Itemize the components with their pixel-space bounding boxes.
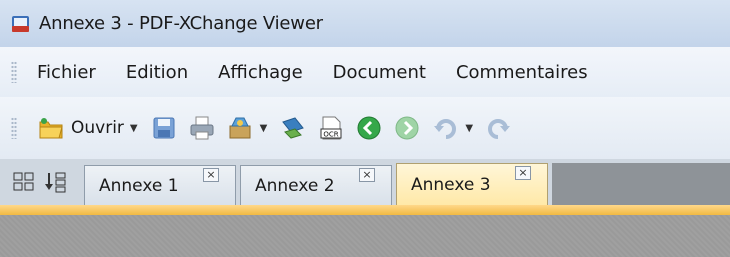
open-button[interactable]: Ouvrir ▼ — [37, 108, 140, 148]
active-tab-accent-bar — [0, 205, 730, 215]
back-icon — [355, 114, 383, 142]
tab-annexe-1[interactable]: Annexe 1 × — [84, 165, 236, 205]
close-icon[interactable]: × — [515, 166, 531, 180]
tools-icon — [226, 114, 254, 142]
ocr-button[interactable]: OCR — [317, 108, 345, 148]
toolbar-grip-handle[interactable] — [11, 117, 17, 139]
window-title: Annexe 3 - PDF-XChange Viewer — [39, 13, 323, 34]
document-tab-strip: Annexe 1 × Annexe 2 × Annexe 3 × — [0, 159, 730, 205]
undo-button[interactable]: ▼ — [431, 108, 475, 148]
undo-icon — [431, 114, 459, 142]
title-bar[interactable]: Annexe 3 - PDF-XChange Viewer — [0, 0, 730, 47]
tools-button[interactable]: ▼ — [226, 108, 270, 148]
tab-annexe-3[interactable]: Annexe 3 × — [396, 163, 548, 205]
back-button[interactable] — [355, 108, 383, 148]
folder-open-icon — [37, 114, 65, 142]
toolbar: Ouvrir ▼ ▼ OCR ▼ — [0, 97, 730, 159]
app-window: Annexe 3 - PDF-XChange Viewer Fichier Ed… — [0, 0, 730, 257]
tab-strip-empty-area — [552, 163, 730, 205]
menu-bar: Fichier Edition Affichage Document Comme… — [0, 47, 730, 97]
save-button[interactable] — [150, 108, 178, 148]
tab-annexe-2[interactable]: Annexe 2 × — [240, 165, 392, 205]
ocr-icon-label: OCR — [324, 131, 339, 139]
tab-annexe-1-label: Annexe 1 — [99, 175, 179, 196]
menu-edition[interactable]: Edition — [126, 62, 188, 83]
tab-annexe-2-label: Annexe 2 — [255, 175, 335, 196]
print-button[interactable] — [188, 108, 216, 148]
tab-tools — [12, 159, 76, 205]
menu-grip-handle[interactable] — [11, 61, 17, 83]
close-icon[interactable]: × — [203, 168, 219, 182]
scan-icon — [279, 114, 307, 142]
menu-affichage[interactable]: Affichage — [218, 62, 303, 83]
redo-button[interactable] — [485, 108, 513, 148]
forward-icon — [393, 114, 421, 142]
document-view-area[interactable] — [0, 215, 730, 257]
menu-document[interactable]: Document — [333, 62, 426, 83]
redo-icon — [485, 114, 513, 142]
close-icon[interactable]: × — [359, 168, 375, 182]
open-button-label: Ouvrir — [71, 118, 124, 138]
pdf-xchange-icon — [11, 14, 31, 34]
print-icon — [188, 114, 216, 142]
tools-dropdown-arrow-icon[interactable]: ▼ — [260, 123, 268, 134]
ocr-icon: OCR — [317, 114, 345, 142]
sort-list-icon[interactable] — [44, 171, 68, 193]
tab-annexe-3-label: Annexe 3 — [411, 174, 491, 195]
forward-button[interactable] — [393, 108, 421, 148]
scan-button[interactable] — [279, 108, 307, 148]
undo-dropdown-arrow-icon[interactable]: ▼ — [465, 123, 473, 134]
menu-fichier[interactable]: Fichier — [37, 62, 96, 83]
menu-commentaires[interactable]: Commentaires — [456, 62, 588, 83]
open-dropdown-arrow-icon[interactable]: ▼ — [130, 123, 138, 134]
save-icon — [150, 114, 178, 142]
thumbnails-grid-icon[interactable] — [12, 171, 36, 193]
